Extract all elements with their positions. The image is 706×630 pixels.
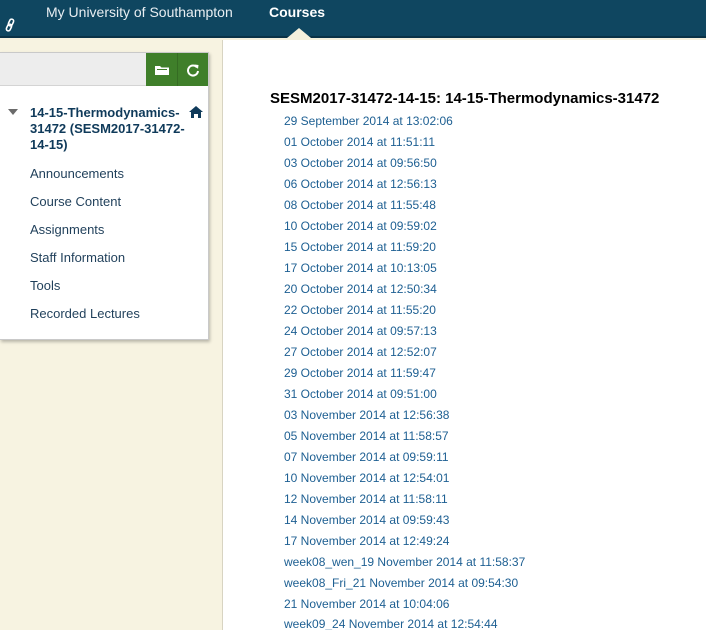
folder-view-button[interactable] — [146, 53, 177, 86]
refresh-button[interactable] — [177, 53, 208, 86]
recording-link[interactable]: week09_24 November 2014 at 12:54:44 — [284, 617, 498, 630]
menu-item-recorded-lectures[interactable]: Recorded Lectures — [30, 306, 140, 322]
recording-link[interactable]: 29 September 2014 at 13:02:06 — [284, 114, 453, 129]
recording-link[interactable]: 14 November 2014 at 09:59:43 — [284, 513, 449, 528]
active-tab-indicator — [287, 28, 311, 38]
course-title-link[interactable]: 14-15-Thermodynamics-31472 (SESM2017-314… — [30, 105, 185, 153]
top-nav-bar: My University of Southampton Courses — [0, 0, 706, 38]
recording-link[interactable]: 06 October 2014 at 12:56:13 — [284, 177, 437, 192]
recording-link[interactable]: 31 October 2014 at 09:51:00 — [284, 387, 437, 402]
recording-link[interactable]: 01 October 2014 at 11:51:11 — [284, 135, 435, 150]
menu-item-assignments[interactable]: Assignments — [30, 222, 104, 238]
tab-courses[interactable]: Courses — [269, 4, 325, 20]
recording-link[interactable]: 03 October 2014 at 09:56:50 — [284, 156, 437, 171]
recording-link[interactable]: 24 October 2014 at 09:57:13 — [284, 324, 437, 339]
tab-my-university[interactable]: My University of Southampton — [46, 4, 233, 20]
recording-link[interactable]: 21 November 2014 at 10:04:06 — [284, 597, 449, 612]
recording-link[interactable]: week08_Fri_21 November 2014 at 09:54:30 — [284, 576, 518, 591]
recording-link[interactable]: 08 October 2014 at 11:55:48 — [284, 198, 436, 213]
recording-link[interactable]: 10 November 2014 at 12:54:01 — [284, 471, 449, 486]
course-menu: 14-15-Thermodynamics-31472 (SESM2017-314… — [0, 52, 209, 340]
menu-item-tools[interactable]: Tools — [30, 278, 60, 294]
home-icon[interactable] — [188, 105, 204, 121]
link-icon[interactable] — [3, 18, 17, 34]
menu-item-announcements[interactable]: Announcements — [30, 166, 124, 182]
recording-link[interactable]: 17 November 2014 at 12:49:24 — [284, 534, 449, 549]
recording-link[interactable]: 15 October 2014 at 11:59:20 — [284, 240, 436, 255]
recording-link[interactable]: week08_wen_19 November 2014 at 11:58:37 — [284, 555, 525, 570]
recording-link[interactable]: 17 October 2014 at 10:13:05 — [284, 261, 437, 276]
menu-item-staff-information[interactable]: Staff Information — [30, 250, 125, 266]
recording-link[interactable]: 22 October 2014 at 11:55:20 — [284, 303, 436, 318]
recording-link[interactable]: 07 November 2014 at 09:59:11 — [284, 450, 449, 465]
page-title: SESM2017-31472-14-15: 14-15-Thermodynami… — [270, 90, 660, 107]
recording-link[interactable]: 03 November 2014 at 12:56:38 — [284, 408, 449, 423]
course-menu-header — [0, 53, 208, 86]
menu-item-course-content[interactable]: Course Content — [30, 194, 121, 210]
recording-link[interactable]: 29 October 2014 at 11:59:47 — [284, 366, 436, 381]
recording-link[interactable]: 05 November 2014 at 11:58:57 — [284, 429, 449, 444]
recording-link[interactable]: 10 October 2014 at 09:59:02 — [284, 219, 437, 234]
recording-link[interactable]: 27 October 2014 at 12:52:07 — [284, 345, 437, 360]
course-collapse-toggle[interactable] — [8, 109, 18, 115]
refresh-icon — [187, 64, 199, 77]
main-content: SESM2017-31472-14-15: 14-15-Thermodynami… — [222, 40, 706, 630]
recording-link[interactable]: 12 November 2014 at 11:58:11 — [284, 492, 448, 507]
recording-link[interactable]: 20 October 2014 at 12:50:34 — [284, 282, 437, 297]
folder-icon — [154, 66, 169, 76]
